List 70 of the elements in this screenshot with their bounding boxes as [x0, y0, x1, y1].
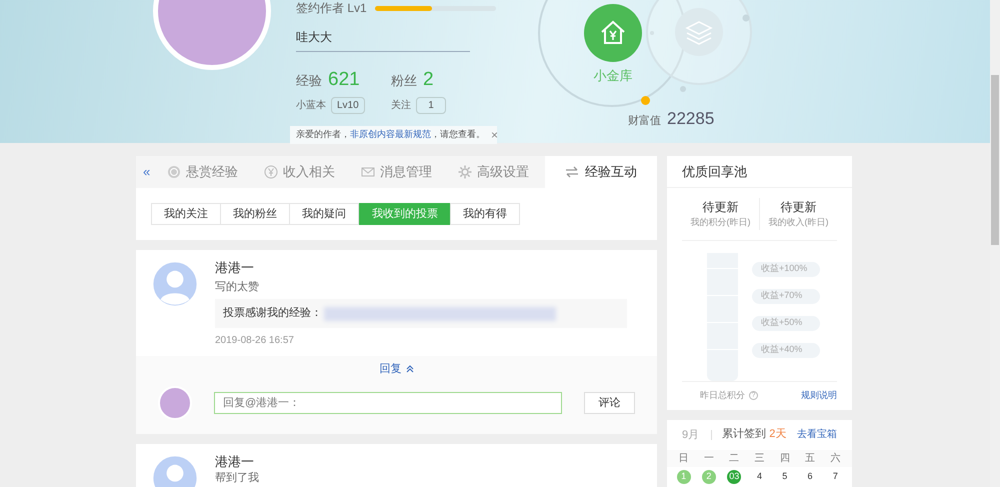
tier-tag: 收益+70%	[752, 288, 820, 304]
mail-icon	[361, 165, 376, 179]
tab[interactable]: 消息管理	[351, 156, 448, 188]
avatar-icon	[151, 260, 199, 308]
reply-field[interactable]: 回复@港港一：	[214, 392, 562, 414]
calendar-day[interactable]: 6	[803, 470, 818, 484]
reply-toggle[interactable]: 回复	[380, 362, 414, 376]
tier-tag: 收益+40%	[752, 342, 820, 358]
author-name: 哇大大	[296, 28, 470, 52]
filter-tab[interactable]: 我的粉丝	[220, 203, 290, 225]
badge-value: Lv10	[331, 96, 365, 114]
collapse-icon[interactable]: «	[136, 156, 158, 188]
filter-tab[interactable]: 我的有得	[450, 203, 520, 225]
calendar-day[interactable]: 4	[752, 470, 766, 484]
filter-tab[interactable]: 我的关注	[151, 203, 221, 225]
weekday-label: 一	[702, 452, 715, 466]
tab[interactable]: 高级设置	[448, 156, 545, 188]
vote-time: 2019-08-26 16:57	[215, 334, 295, 348]
badge-label: 小蓝本	[296, 98, 326, 112]
weekday-label: 二	[728, 452, 740, 466]
tab[interactable]: 悬赏经验	[157, 156, 254, 188]
tier-tag: 收益+50%	[752, 316, 820, 330]
stat-value: 621	[328, 68, 360, 92]
settings-icon	[458, 165, 472, 179]
calendar-day[interactable]: 03	[727, 470, 742, 484]
badge-value: 1	[416, 96, 446, 114]
wealth-value: 22285	[667, 108, 714, 130]
metric-label: 我的积分(昨日)	[690, 216, 750, 229]
yen-icon	[264, 165, 278, 179]
tier-tag: 收益+100%	[752, 262, 820, 276]
signin-count: 累计签到 2天	[722, 427, 786, 442]
total-label: 昨日总积分	[700, 388, 745, 402]
badge-label: 关注	[391, 98, 411, 112]
vault-label: 小金库	[594, 67, 632, 85]
weekday-label: 日	[678, 452, 690, 466]
metric-label: 我的收入(昨日)	[768, 216, 828, 229]
comment-text: 帮到了我	[215, 471, 260, 485]
coin-icon	[167, 165, 182, 179]
close-button[interactable]: ×	[491, 128, 498, 140]
tab[interactable]: 经验互动	[544, 156, 658, 188]
filter-tab[interactable]: 我的疑问	[289, 203, 359, 225]
metric-value: 待更新	[702, 199, 738, 216]
treasure-link[interactable]: 去看宝箱	[797, 427, 837, 442]
stat-value: 2	[423, 68, 434, 92]
rules-link[interactable]: 规则说明	[801, 388, 837, 402]
weekday-label: 六	[829, 452, 842, 466]
metric-value: 待更新	[780, 199, 816, 216]
house-yen-icon	[599, 19, 627, 47]
stat-label: 粉丝	[391, 72, 417, 90]
swap-arrows-icon	[564, 165, 579, 179]
notice-link[interactable]: 非原创内容最新规范	[350, 128, 431, 139]
comment-button[interactable]: 评论	[584, 392, 635, 414]
weekday-label: 五	[804, 452, 816, 466]
my-avatar-picture	[158, 386, 192, 420]
notice-text: 亲爱的作者，非原创内容最新规范，请您查看。	[296, 128, 485, 141]
collapse-chevron-icon	[406, 365, 414, 373]
user-name[interactable]: 港港一	[215, 454, 627, 470]
calendar-day[interactable]: 7	[828, 470, 842, 484]
pool-title: 优质回享池	[682, 162, 747, 181]
weekday-label: 四	[778, 452, 791, 466]
weekday-label: 三	[753, 452, 766, 466]
user-name[interactable]: 港港一	[215, 260, 627, 276]
comment-text: 写的太赞	[215, 280, 260, 294]
month-label: 9月	[682, 430, 712, 440]
tab[interactable]: 收入相关	[254, 156, 352, 188]
wealth-label: 财富值	[628, 114, 661, 129]
rank-label: 签约作者 Lv1	[296, 1, 367, 15]
thanks-text: 投票感谢我的经验：	[223, 306, 322, 322]
calendar-day[interactable]: 5	[778, 470, 792, 484]
stat-label: 经验	[296, 72, 322, 90]
